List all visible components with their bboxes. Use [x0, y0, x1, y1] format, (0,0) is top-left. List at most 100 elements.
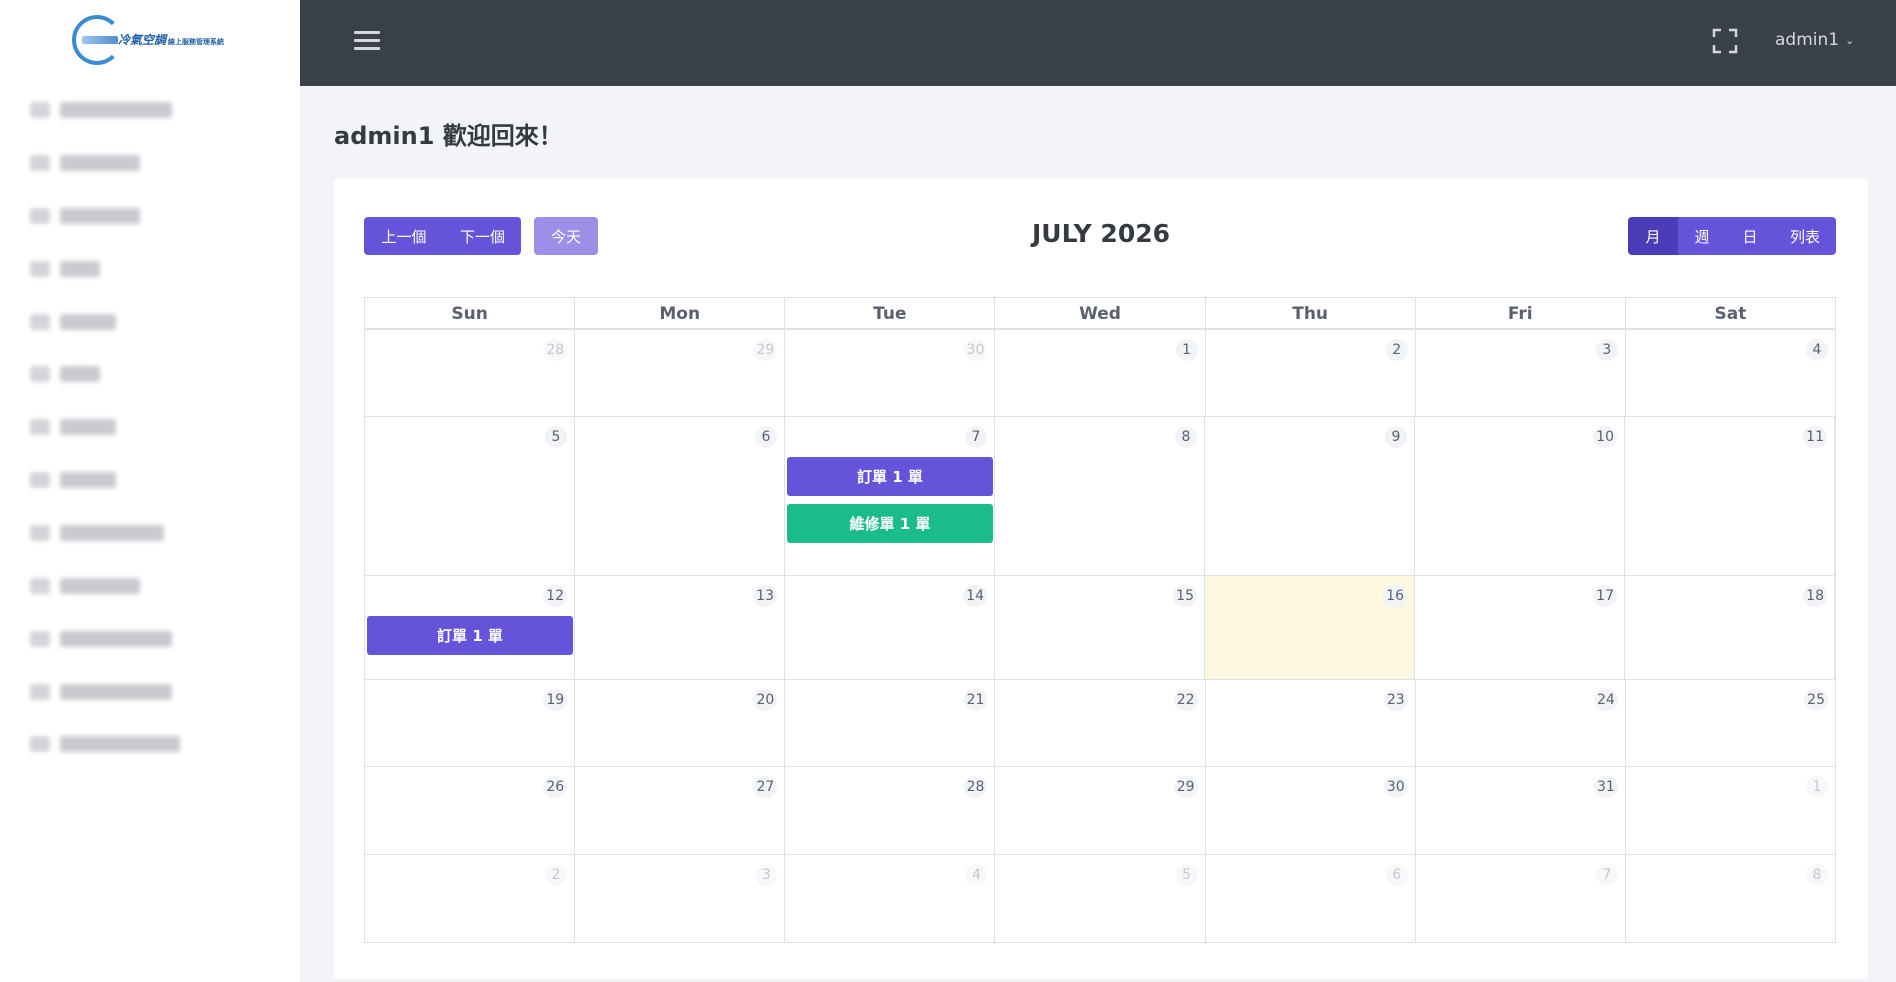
day-number[interactable]: 16 — [1383, 585, 1407, 607]
calendar-day[interactable]: 30 — [785, 330, 996, 416]
repair-event[interactable]: 維修單 1 單 — [787, 504, 993, 543]
calendar-day[interactable]: 28 — [785, 767, 996, 854]
calendar-day[interactable]: 27 — [575, 767, 786, 854]
day-number[interactable]: 24 — [1594, 689, 1618, 711]
day-number[interactable]: 30 — [963, 339, 988, 361]
calendar-day[interactable]: 18 — [1625, 576, 1835, 679]
day-number[interactable]: 23 — [1383, 689, 1408, 711]
day-number[interactable]: 28 — [963, 776, 988, 798]
day-number[interactable]: 7 — [1595, 864, 1618, 886]
sidebar-item[interactable]: █████ — [30, 415, 116, 439]
calendar-day[interactable]: 4 — [785, 855, 996, 942]
day-number[interactable]: 20 — [753, 689, 778, 711]
view-button[interactable]: 列表 — [1774, 217, 1836, 255]
view-button[interactable]: 週 — [1678, 217, 1726, 255]
day-number[interactable]: 30 — [1383, 776, 1408, 798]
day-number[interactable]: 8 — [1175, 426, 1197, 448]
sidebar-item[interactable]: ██████ — [30, 151, 140, 175]
day-number[interactable]: 1 — [1805, 776, 1828, 798]
day-number[interactable]: 18 — [1803, 585, 1827, 607]
day-number[interactable]: 10 — [1593, 426, 1617, 448]
day-number[interactable]: 17 — [1593, 585, 1617, 607]
day-number[interactable]: 21 — [963, 689, 988, 711]
calendar-day[interactable]: 29 — [995, 767, 1206, 854]
calendar-day[interactable]: 5 — [365, 417, 575, 575]
day-number[interactable]: 9 — [1385, 426, 1407, 448]
calendar-day[interactable]: 15 — [995, 576, 1205, 679]
day-number[interactable]: 29 — [753, 339, 778, 361]
sidebar-item[interactable]: ████ — [30, 310, 116, 334]
day-number[interactable]: 27 — [753, 776, 778, 798]
day-number[interactable]: 2 — [1385, 339, 1408, 361]
calendar-day[interactable]: 2 — [1206, 330, 1416, 416]
calendar-day[interactable]: 29 — [575, 330, 786, 416]
day-number[interactable]: 6 — [1385, 864, 1408, 886]
calendar-day[interactable]: 6 — [575, 417, 785, 575]
day-number[interactable]: 12 — [543, 585, 567, 607]
calendar-day[interactable]: 5 — [995, 855, 1206, 942]
calendar-day[interactable]: 25 — [1626, 680, 1835, 766]
sidebar-item[interactable]: █████████ — [30, 627, 172, 651]
sidebar-item[interactable]: █████████ — [30, 680, 172, 704]
day-number[interactable]: 14 — [963, 585, 987, 607]
sidebar-item[interactable]: ███████ — [30, 521, 164, 545]
day-number[interactable]: 8 — [1805, 864, 1828, 886]
calendar-day[interactable]: 20 — [575, 680, 786, 766]
day-number[interactable]: 7 — [965, 426, 987, 448]
day-number[interactable]: 11 — [1803, 426, 1827, 448]
sidebar-item[interactable]: █████ — [30, 468, 116, 492]
calendar-day[interactable]: 23 — [1206, 680, 1416, 766]
calendar-day[interactable]: 14 — [785, 576, 995, 679]
day-number[interactable]: 6 — [755, 426, 777, 448]
day-number[interactable]: 1 — [1175, 339, 1198, 361]
view-button[interactable]: 日 — [1726, 217, 1774, 255]
calendar-day[interactable]: 8 — [1626, 855, 1835, 942]
calendar-day[interactable]: 26 — [365, 767, 576, 854]
calendar-day[interactable]: 3 — [575, 855, 786, 942]
sidebar-item[interactable]: ██████ — [30, 204, 140, 228]
day-number[interactable]: 5 — [545, 426, 567, 448]
calendar-day[interactable]: 24 — [1416, 680, 1626, 766]
calendar-day[interactable]: 17 — [1415, 576, 1625, 679]
calendar-day[interactable]: 10 — [1415, 417, 1625, 575]
day-number[interactable]: 28 — [543, 339, 568, 361]
calendar-day[interactable]: 4 — [1626, 330, 1835, 416]
day-number[interactable]: 15 — [1173, 585, 1197, 607]
day-number[interactable]: 4 — [1805, 339, 1828, 361]
day-number[interactable]: 25 — [1804, 689, 1828, 711]
day-number[interactable]: 26 — [543, 776, 568, 798]
calendar-day[interactable]: 28 — [365, 330, 576, 416]
day-number[interactable]: 3 — [1595, 339, 1618, 361]
calendar-day[interactable]: 30 — [1206, 767, 1416, 854]
calendar-day[interactable]: 13 — [575, 576, 785, 679]
calendar-day[interactable]: 11 — [1625, 417, 1835, 575]
calendar-day[interactable]: 21 — [785, 680, 996, 766]
calendar-day[interactable]: 8 — [995, 417, 1205, 575]
user-menu[interactable]: admin1 ⌄ — [1775, 30, 1854, 50]
day-number[interactable]: 2 — [545, 864, 568, 886]
day-number[interactable]: 5 — [1175, 864, 1198, 886]
hamburger-icon[interactable] — [354, 31, 380, 51]
calendar-day[interactable]: 22 — [995, 680, 1206, 766]
day-number[interactable]: 4 — [965, 864, 988, 886]
brand-logo[interactable]: 冷氣空調 線上服務管理系統 — [70, 9, 230, 71]
calendar-day[interactable]: 19 — [365, 680, 576, 766]
day-number[interactable]: 13 — [753, 585, 777, 607]
sidebar-item[interactable]: ████ — [30, 257, 100, 281]
day-number[interactable]: 31 — [1594, 776, 1618, 798]
day-number[interactable]: 29 — [1173, 776, 1198, 798]
calendar-day[interactable]: 1 — [1626, 767, 1835, 854]
fullscreen-icon[interactable] — [1712, 28, 1738, 54]
calendar-day[interactable]: 2 — [365, 855, 576, 942]
order-event[interactable]: 訂單 1 單 — [367, 616, 573, 655]
view-button[interactable]: 月 — [1628, 217, 1678, 255]
calendar-day[interactable]: 9 — [1205, 417, 1415, 575]
day-number[interactable]: 3 — [755, 864, 778, 886]
sidebar-item[interactable]: █████████ — [30, 732, 180, 756]
sidebar-item[interactable]: ████████ — [30, 98, 172, 122]
order-event[interactable]: 訂單 1 單 — [787, 457, 993, 496]
calendar-day-today[interactable]: 16 — [1205, 576, 1415, 679]
day-number[interactable]: 22 — [1173, 689, 1198, 711]
calendar-day[interactable]: 31 — [1416, 767, 1626, 854]
calendar-day[interactable]: 6 — [1206, 855, 1416, 942]
